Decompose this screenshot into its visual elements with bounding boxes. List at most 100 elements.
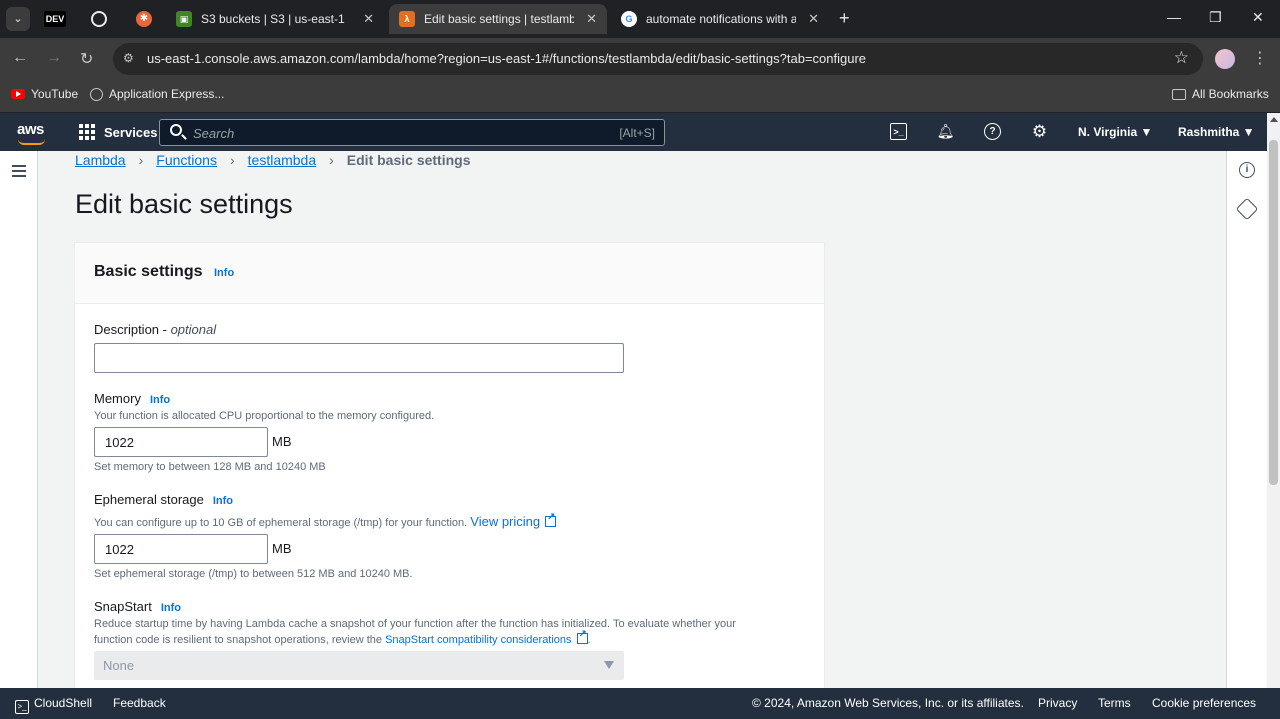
address-bar[interactable]: ⚙ us-east-1.console.aws.amazon.com/lambd… bbox=[113, 43, 1203, 75]
url-text[interactable]: us-east-1.console.aws.amazon.com/lambda/… bbox=[147, 51, 866, 66]
bookmark-star-icon[interactable]: ☆ bbox=[1174, 48, 1189, 68]
cloudshell-footer-button[interactable]: >_ CloudShell bbox=[15, 696, 92, 714]
tab-title: Edit basic settings | testlambda bbox=[424, 12, 574, 26]
folder-icon bbox=[1172, 88, 1186, 100]
browser-toolbar: ← → ↻ ⚙ us-east-1.console.aws.amazon.com… bbox=[0, 38, 1280, 80]
account-menu[interactable]: Rashmitha ▼ bbox=[1178, 125, 1255, 139]
left-navigation-rail bbox=[0, 151, 38, 688]
panel-title: Basic settings bbox=[94, 263, 203, 280]
region-selector[interactable]: N. Virginia ▼ bbox=[1078, 125, 1152, 139]
services-menu-button[interactable]: Services bbox=[79, 124, 158, 140]
right-utility-rail: i bbox=[1226, 151, 1267, 688]
breadcrumb-current: Edit basic settings bbox=[346, 152, 471, 168]
minimize-button[interactable]: — bbox=[1167, 9, 1181, 25]
breadcrumb-functions[interactable]: Functions bbox=[156, 152, 217, 168]
tab-title: S3 buckets | S3 | us-east-1 bbox=[201, 12, 345, 26]
back-icon[interactable]: ← bbox=[12, 49, 28, 67]
services-label: Services bbox=[104, 124, 158, 140]
description-label: Description - optional bbox=[94, 322, 216, 337]
scroll-up-arrow-icon[interactable] bbox=[1270, 117, 1278, 122]
copyright-text: © 2024, Amazon Web Services, Inc. or its… bbox=[752, 696, 1024, 710]
tab-search-button[interactable]: ⌄ bbox=[6, 7, 30, 31]
bookmark-youtube[interactable]: YouTube bbox=[11, 87, 78, 101]
view-pricing-link[interactable]: View pricing bbox=[470, 512, 557, 529]
snapstart-info-link[interactable]: Info bbox=[161, 602, 181, 614]
snapstart-select[interactable]: None bbox=[94, 651, 624, 680]
grid-icon bbox=[79, 124, 95, 140]
breadcrumb: Lambda › Functions › testlambda › Edit b… bbox=[75, 152, 471, 168]
scrollbar-thumb[interactable] bbox=[1269, 140, 1278, 485]
optional-text: optional bbox=[170, 322, 217, 337]
memory-info-link[interactable]: Info bbox=[150, 394, 170, 406]
tab-google-search[interactable]: G automate notifications with am ✕ bbox=[611, 4, 829, 34]
info-panel-icon[interactable]: i bbox=[1239, 162, 1255, 178]
hamburger-menu-icon[interactable] bbox=[12, 165, 26, 180]
terms-link[interactable]: Terms bbox=[1098, 696, 1131, 710]
search-icon bbox=[170, 124, 182, 136]
memory-constraint-text: Set memory to between 128 MB and 10240 M… bbox=[94, 461, 326, 473]
memory-input[interactable] bbox=[94, 427, 268, 457]
description-input[interactable] bbox=[94, 343, 624, 373]
bookmark-application-express[interactable]: Application Express... bbox=[90, 87, 224, 101]
search-shortcut: [Alt+S] bbox=[619, 126, 655, 140]
pinned-tab-chatgpt[interactable] bbox=[89, 9, 109, 29]
description-label-text: Description - bbox=[94, 322, 171, 337]
settings-gear-icon[interactable]: ⚙ bbox=[1031, 122, 1048, 141]
help-icon[interactable]: ? bbox=[984, 123, 1001, 140]
breadcrumb-testlambda[interactable]: testlambda bbox=[248, 152, 316, 168]
basic-settings-info-link[interactable]: Info bbox=[214, 267, 234, 279]
search-placeholder: Search bbox=[193, 126, 235, 141]
close-tab-icon[interactable]: ✕ bbox=[586, 11, 597, 27]
help-panel-icon[interactable] bbox=[1235, 197, 1259, 221]
tab-edit-basic-settings[interactable]: λ Edit basic settings | testlambda ✕ bbox=[389, 4, 607, 34]
chevron-right-icon: › bbox=[329, 152, 334, 168]
restore-button[interactable]: ❐ bbox=[1209, 9, 1222, 26]
pinned-tab-dev[interactable]: DEV bbox=[44, 11, 66, 27]
aws-search-input[interactable]: Search [Alt+S] bbox=[159, 119, 665, 146]
cloudshell-icon[interactable]: >_ bbox=[890, 123, 907, 140]
snapstart-help-line2: function code is resilient to snapshot o… bbox=[94, 629, 591, 646]
chatgpt-icon bbox=[91, 11, 107, 27]
ephemeral-storage-input[interactable] bbox=[94, 534, 268, 564]
aws-logo-text: aws bbox=[17, 121, 44, 138]
snapstart-label: SnapStart Info bbox=[94, 599, 181, 614]
profile-avatar[interactable] bbox=[1215, 49, 1235, 69]
privacy-link[interactable]: Privacy bbox=[1038, 696, 1077, 710]
console-footer: >_ CloudShell Feedback © 2024, Amazon Web… bbox=[0, 688, 1280, 719]
caret-down-icon bbox=[604, 661, 614, 669]
youtube-icon bbox=[11, 89, 25, 99]
site-info-icon[interactable]: ⚙ bbox=[123, 51, 134, 65]
ephemeral-storage-label: Ephemeral storage Info bbox=[94, 492, 233, 507]
all-bookmarks[interactable]: All Bookmarks bbox=[1172, 87, 1269, 101]
cookie-preferences-link[interactable]: Cookie preferences bbox=[1152, 696, 1256, 710]
snapstart-compatibility-link[interactable]: SnapStart compatibility considerations bbox=[385, 629, 588, 646]
snapstart-help-period: . bbox=[587, 634, 591, 646]
browser-tab-strip: ⌄ DEV ✱ ▣ S3 buckets | S3 | us-east-1 ✕ … bbox=[0, 0, 1280, 38]
aws-smile-icon bbox=[18, 139, 45, 145]
ephemeral-label-text: Ephemeral storage bbox=[94, 492, 204, 507]
memory-unit: MB bbox=[272, 434, 292, 449]
console-content: Lambda › Functions › testlambda › Edit b… bbox=[0, 151, 1267, 688]
reload-icon[interactable]: ↻ bbox=[80, 49, 93, 69]
forward-icon[interactable]: → bbox=[46, 49, 62, 67]
feedback-link[interactable]: Feedback bbox=[113, 696, 166, 710]
ephemeral-info-link[interactable]: Info bbox=[213, 495, 233, 507]
s3-icon: ▣ bbox=[176, 11, 192, 27]
ephemeral-constraint-text: Set ephemeral storage (/tmp) to between … bbox=[94, 568, 413, 580]
cloudshell-label: CloudShell bbox=[34, 696, 93, 710]
panel-header: Basic settings Info bbox=[75, 243, 824, 304]
close-window-button[interactable]: ✕ bbox=[1252, 9, 1264, 26]
close-tab-icon[interactable]: ✕ bbox=[363, 11, 374, 27]
view-pricing-label: View pricing bbox=[470, 514, 541, 529]
memory-help-text: Your function is allocated CPU proportio… bbox=[94, 410, 435, 422]
notifications-bell-icon[interactable]: 🔔︎ bbox=[937, 123, 955, 140]
new-tab-button[interactable]: + bbox=[839, 8, 850, 29]
breadcrumb-lambda[interactable]: Lambda bbox=[75, 152, 126, 168]
browser-menu-icon[interactable]: ⋮ bbox=[1252, 48, 1268, 68]
pinned-tab-claude[interactable]: ✱ bbox=[134, 9, 154, 29]
tab-s3-buckets[interactable]: ▣ S3 buckets | S3 | us-east-1 ✕ bbox=[166, 4, 384, 34]
aws-logo[interactable]: aws bbox=[17, 121, 45, 145]
tab-title: automate notifications with am bbox=[646, 12, 796, 26]
page-scrollbar[interactable] bbox=[1267, 113, 1280, 688]
close-tab-icon[interactable]: ✕ bbox=[808, 11, 819, 27]
